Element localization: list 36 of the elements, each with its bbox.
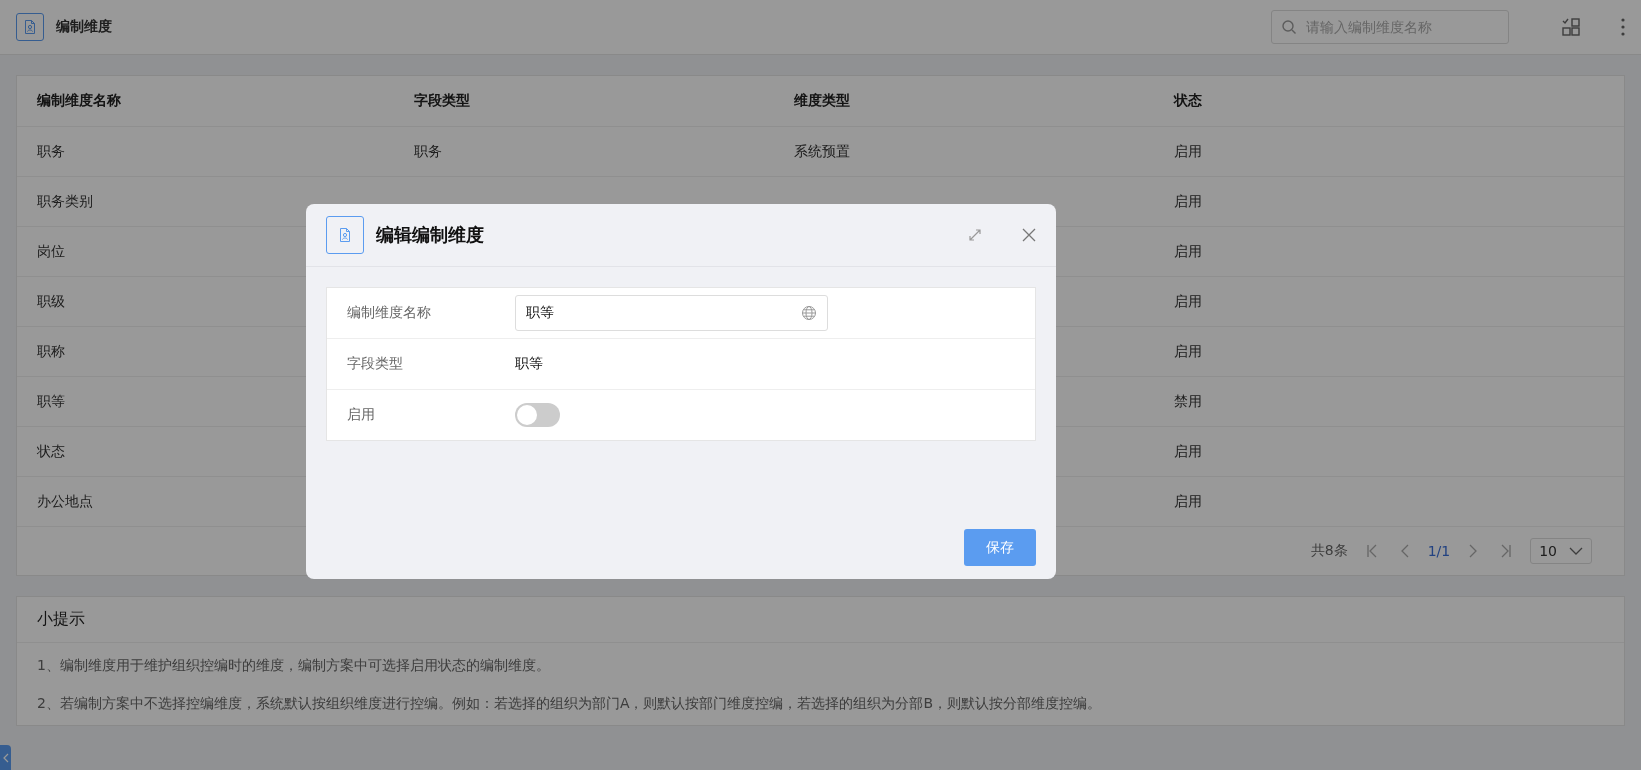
- search-icon: [1281, 19, 1297, 35]
- table-cell: 启用: [1154, 277, 1624, 327]
- page-title: 编制维度: [56, 18, 113, 36]
- total-count: 共8条: [1310, 542, 1348, 560]
- table-cell: 启用: [1154, 127, 1624, 177]
- expand-icon[interactable]: [968, 228, 982, 242]
- field-value: 职等: [515, 355, 543, 373]
- tips-title: 小提示: [17, 597, 1624, 643]
- field-label: 启用: [346, 406, 376, 424]
- name-input[interactable]: 职等: [515, 295, 828, 331]
- document-person-icon: [337, 227, 353, 243]
- table-cell: 启用: [1154, 427, 1624, 477]
- table-cell: 职务: [17, 127, 394, 177]
- column-header: 编制维度名称: [17, 76, 394, 127]
- table-cell: 启用: [1154, 477, 1624, 527]
- table-cell: 职务: [394, 127, 774, 177]
- column-header: 字段类型: [394, 76, 774, 127]
- page-indicator: 1/1: [1427, 543, 1451, 559]
- table-cell: 启用: [1154, 327, 1624, 377]
- column-header: 维度类型: [774, 76, 1154, 127]
- document-person-icon: [22, 19, 38, 35]
- more-icon[interactable]: [1621, 18, 1625, 36]
- table-cell: 启用: [1154, 177, 1624, 227]
- table-cell: 禁用: [1154, 377, 1624, 427]
- toggle-switch[interactable]: [515, 403, 560, 427]
- globe-icon: [801, 305, 817, 321]
- column-header: 状态: [1154, 76, 1624, 127]
- layout-icon[interactable]: [1561, 17, 1581, 37]
- chevron-down-icon: [1569, 547, 1583, 555]
- table-cell: 系统预置: [774, 127, 1154, 177]
- tip-text: 1、编制维度用于维护组织控编时的维度，编制方案中可选择启用状态的编制维度。: [36, 656, 551, 675]
- page-size-select[interactable]: 10: [1530, 538, 1592, 564]
- table-cell: 启用: [1154, 227, 1624, 277]
- collapse-handle[interactable]: [0, 745, 11, 770]
- close-icon[interactable]: [1022, 228, 1036, 242]
- tip-text: 2、若编制方案中不选择控编维度，系统默认按组织维度进行控编。例如：若选择的组织为部门A，则默认按部门维度控编，若选择的组织为分部B，则默认按分部维度控编。: [36, 694, 1103, 713]
